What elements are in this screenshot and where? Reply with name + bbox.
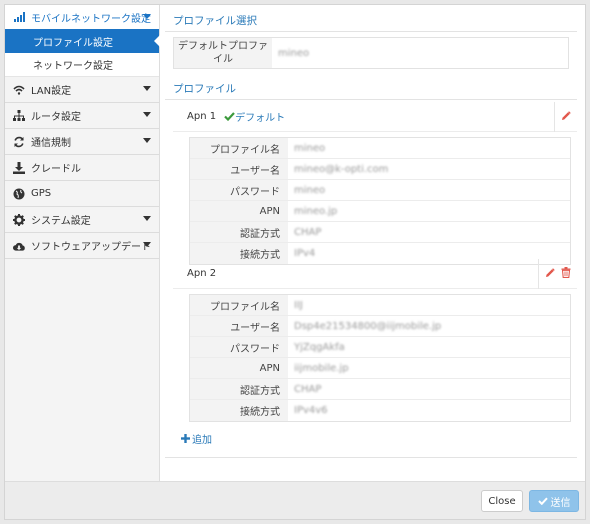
profile-select-title: プロファイル選択 — [173, 15, 257, 27]
field-label: 認証方式 — [190, 222, 288, 242]
sidebar-item-router[interactable]: ルータ設定 — [5, 103, 159, 129]
field-label: パスワード — [190, 180, 288, 200]
sidebar-item-label: システム設定 — [31, 216, 91, 227]
default-badge: デフォルト — [224, 109, 285, 124]
apn1-header: Apn 1 デフォルト — [173, 102, 577, 132]
field-value: IPv4v6 — [294, 405, 328, 416]
field-label: 認証方式 — [190, 379, 288, 399]
field-value: mineo — [294, 142, 326, 154]
sidebar-item-label: GPS — [31, 188, 52, 199]
field-label: プロファイル名 — [190, 138, 288, 158]
apn2-name: Apn 2 — [187, 268, 217, 279]
sidebar-item-label: モバイルネットワーク設定 — [31, 13, 151, 25]
table-row: APN iijmobile.jp — [190, 358, 570, 379]
default-profile-select[interactable]: mineo — [272, 38, 568, 68]
download-icon — [13, 161, 25, 174]
sidebar: モバイルネットワーク設定 プロファイル設定 ネットワーク設定 LAN設定 ルータ… — [5, 5, 160, 481]
send-button[interactable]: 送信 — [529, 490, 579, 512]
table-row: ユーザー名 Dsp4e21534800@iijmobile.jp — [190, 316, 570, 337]
field-label: 接続方式 — [190, 400, 288, 421]
apn1-name: Apn 1 — [187, 111, 217, 122]
sidebar-item-system-settings[interactable]: システム設定 — [5, 207, 159, 233]
field-label: パスワード — [190, 337, 288, 357]
signal-bars-icon — [13, 11, 25, 23]
divider — [165, 31, 577, 32]
table-row: プロファイル名 mineo — [190, 138, 570, 159]
edit-icon[interactable] — [545, 267, 555, 281]
field-label: APN — [190, 358, 288, 378]
caret-down-icon — [143, 86, 151, 91]
add-label: 追加 — [192, 435, 212, 446]
field-value: mineo.jp — [294, 205, 338, 217]
field-value: iijmobile.jp — [294, 362, 349, 374]
divider — [165, 99, 577, 100]
main-content: プロファイル選択 デフォルトプロファイル mineo プロファイル Apn 1 … — [165, 5, 585, 481]
divider — [165, 457, 577, 458]
field-label: APN — [190, 201, 288, 221]
cloud-download-icon — [13, 240, 25, 252]
caret-down-icon — [143, 112, 151, 117]
sidebar-item-gps[interactable]: GPS — [5, 181, 159, 207]
table-row: デフォルトプロファイル mineo — [174, 38, 568, 68]
field-label: ユーザー名 — [190, 316, 288, 336]
network-tree-icon — [13, 110, 25, 122]
field-value: YjZqgAkfa — [294, 341, 345, 353]
sidebar-subitem-profile-settings[interactable]: プロファイル設定 — [5, 29, 160, 53]
caret-down-icon — [143, 242, 151, 247]
caret-down-icon — [143, 138, 151, 143]
default-profile-label: デフォルトプロファイル — [174, 38, 272, 68]
wifi-icon — [13, 84, 25, 96]
field-value: IIJ — [294, 299, 303, 311]
dialog: モバイルネットワーク設定 プロファイル設定 ネットワーク設定 LAN設定 ルータ… — [4, 4, 586, 520]
send-label: 送信 — [550, 497, 571, 509]
sidebar-item-label: クレードル — [31, 164, 81, 175]
sidebar-item-label: LAN設定 — [31, 86, 72, 97]
sidebar-subitem-network-settings[interactable]: ネットワーク設定 — [5, 53, 159, 77]
default-profile-table: デフォルトプロファイル mineo — [173, 37, 569, 69]
sidebar-item-label: ソフトウェアアップデート — [31, 242, 151, 253]
apn2-actions — [538, 259, 577, 289]
sidebar-item-lan[interactable]: LAN設定 — [5, 77, 159, 103]
field-value: mineo@k-opti.com — [294, 163, 389, 175]
table-row: パスワード YjZqgAkfa — [190, 337, 570, 358]
table-row: パスワード mineo — [190, 180, 570, 201]
profile-title: プロファイル — [173, 83, 236, 95]
apn2-header: Apn 2 — [173, 259, 577, 289]
gear-icon — [13, 213, 25, 226]
sidebar-item-cradle[interactable]: クレードル — [5, 155, 159, 181]
close-button[interactable]: Close — [481, 490, 523, 512]
field-value: mineo — [294, 184, 326, 196]
table-row: 接続方式 IPv4v6 — [190, 400, 570, 421]
sidebar-item-mobile-network[interactable]: モバイルネットワーク設定 — [5, 5, 159, 29]
add-profile-button[interactable]: 追加 — [181, 431, 212, 446]
caret-down-icon — [143, 216, 151, 221]
sidebar-item-traffic-limit[interactable]: 通信規制 — [5, 129, 159, 155]
field-label: ユーザー名 — [190, 159, 288, 179]
trash-icon[interactable] — [561, 267, 571, 281]
caret-down-icon — [143, 14, 151, 19]
field-value: CHAP — [294, 383, 322, 395]
sidebar-item-label: 通信規制 — [31, 138, 71, 149]
table-row: 認証方式 CHAP — [190, 379, 570, 400]
field-value: Dsp4e21534800@iijmobile.jp — [294, 320, 442, 332]
table-row: ユーザー名 mineo@k-opti.com — [190, 159, 570, 180]
refresh-icon — [13, 136, 25, 148]
sidebar-item-label: ルータ設定 — [31, 112, 81, 123]
check-icon — [537, 497, 548, 505]
sidebar-item-software-update[interactable]: ソフトウェアアップデート — [5, 233, 159, 259]
table-row: 認証方式 CHAP — [190, 222, 570, 243]
dialog-footer: Close 送信 — [5, 481, 585, 519]
apn1-actions — [554, 102, 577, 132]
field-label: プロファイル名 — [190, 295, 288, 315]
table-row: APN mineo.jp — [190, 201, 570, 222]
check-icon — [224, 112, 235, 121]
globe-icon — [13, 188, 25, 200]
edit-icon[interactable] — [561, 110, 571, 124]
plus-icon — [181, 434, 190, 443]
default-label: デフォルト — [235, 113, 286, 124]
table-row: プロファイル名 IIJ — [190, 295, 570, 316]
apn2-table: プロファイル名 IIJ ユーザー名 Dsp4e21534800@iijmobil… — [189, 294, 571, 422]
field-value: CHAP — [294, 226, 322, 238]
apn1-table: プロファイル名 mineo ユーザー名 mineo@k-opti.com パスワ… — [189, 137, 571, 265]
